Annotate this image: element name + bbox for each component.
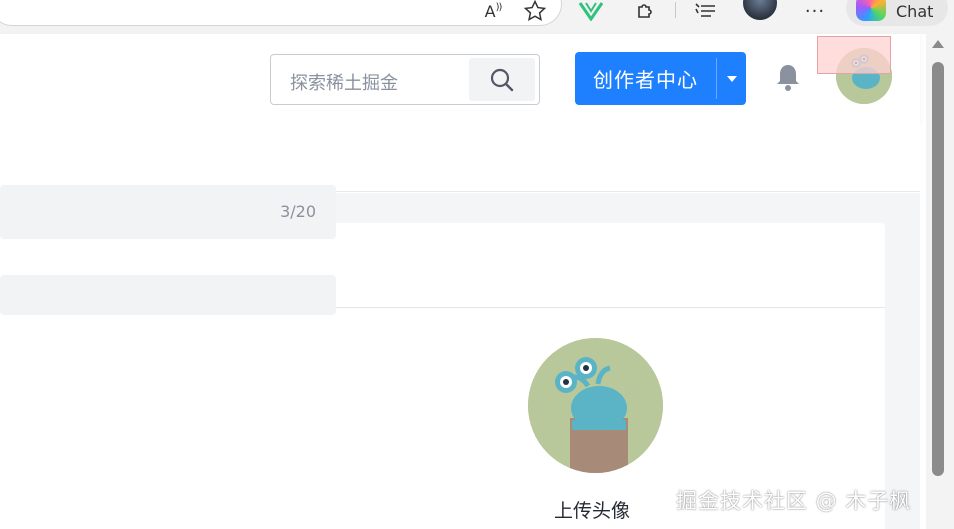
copilot-icon <box>856 0 886 21</box>
extensions-button[interactable] <box>630 0 660 22</box>
creator-dropdown-toggle[interactable] <box>717 52 746 105</box>
profile-avatar-large[interactable] <box>528 338 663 473</box>
star-icon <box>523 0 547 21</box>
profile-settings-card <box>0 223 885 529</box>
vue-extension-button[interactable] <box>576 0 606 22</box>
more-menu-button[interactable]: ··· <box>800 0 830 22</box>
collections-icon <box>695 3 715 17</box>
more-icon: ··· <box>804 0 826 22</box>
creator-center-button[interactable]: 创作者中心 <box>575 52 746 105</box>
copilot-chat-button[interactable]: Chat <box>846 0 948 26</box>
read-aloud-button[interactable]: A)) <box>478 0 508 22</box>
caret-down-icon <box>726 75 737 82</box>
creator-center-label[interactable]: 创作者中心 <box>575 52 716 105</box>
watermark-text: 掘金技术社区 @ 木子枫 <box>676 489 912 513</box>
scroll-up-arrow-icon[interactable] <box>932 40 944 48</box>
browser-toolbar: A)) ··· Chat <box>0 0 954 34</box>
sub-navigation-bar <box>0 124 920 192</box>
search-input[interactable]: 探索稀土掘金 <box>290 69 398 95</box>
job-title-field[interactable] <box>0 275 336 315</box>
snail-avatar-image <box>528 338 663 473</box>
bell-icon <box>777 65 799 91</box>
browser-profile-avatar[interactable] <box>743 0 777 20</box>
puzzle-icon <box>638 4 652 18</box>
highlight-overlay <box>817 36 891 74</box>
collections-button[interactable] <box>690 0 722 22</box>
toolbar-separator <box>675 2 676 18</box>
favorite-button[interactable] <box>520 0 550 22</box>
username-char-counter: 3/20 <box>280 202 316 221</box>
search-box[interactable]: 探索稀土掘金 <box>270 54 540 105</box>
notification-button[interactable] <box>772 61 804 93</box>
search-button[interactable] <box>469 58 535 101</box>
search-icon <box>490 68 514 91</box>
site-header: 探索稀土掘金 创作者中心 <box>0 34 920 124</box>
username-field[interactable]: 3/20 <box>0 185 336 239</box>
read-aloud-icon: A <box>484 1 496 21</box>
copilot-label: Chat <box>896 1 934 21</box>
upload-avatar-label[interactable]: 上传头像 <box>554 496 630 523</box>
vue-devtools-icon <box>578 2 604 21</box>
scrollbar-thumb[interactable] <box>932 62 944 476</box>
